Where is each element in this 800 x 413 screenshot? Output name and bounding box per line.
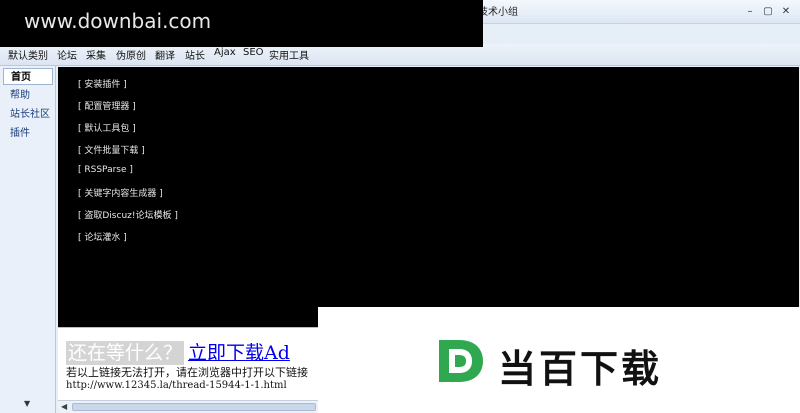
plugin-link-batch-download[interactable]: [ 文件批量下载 ] bbox=[78, 143, 145, 156]
menu-bar: 默认类别 论坛 采集 伪原创 翻译 站长 Ajax SEO 实用工具 bbox=[0, 44, 800, 66]
scroll-down-icon[interactable]: ▼ bbox=[24, 399, 30, 408]
watermark-brand: 当百下载 bbox=[498, 347, 663, 391]
maximize-button[interactable]: ▢ bbox=[762, 6, 774, 18]
browser-pane: 还在等什么？ 立即下载Ad 若以上链接无法打开，请在浏览器中打开以下链接 http… bbox=[58, 327, 318, 413]
menu-item-default-category[interactable]: 默认类别 bbox=[8, 47, 48, 62]
promo-line: 还在等什么？ 立即下载Ad bbox=[66, 341, 290, 365]
close-button[interactable]: ✕ bbox=[780, 6, 792, 18]
plugin-panel: [ 安装插件 ] [ 配置管理器 ] [ 默认工具包 ] [ 文件批量下载 ] … bbox=[58, 67, 799, 327]
watermark-url: www.downbai.com bbox=[24, 9, 212, 33]
window-title: 技术小组 bbox=[478, 7, 518, 18]
scroll-thumb[interactable] bbox=[72, 403, 316, 411]
watermark-top: www.downbai.com bbox=[0, 0, 483, 47]
menu-item-pseudo-original[interactable]: 伪原创 bbox=[116, 47, 146, 62]
plugin-link-install[interactable]: [ 安装插件 ] bbox=[78, 77, 127, 90]
plugin-link-rssparse[interactable]: [ RSSParse ] bbox=[78, 165, 133, 175]
nav-item-home[interactable]: 首页 bbox=[3, 68, 53, 85]
plugin-link-default-toolkit[interactable]: [ 默认工具包 ] bbox=[78, 121, 136, 134]
app-window: 技术小组 – ▢ ✕ 默认类别 论坛 采集 伪原创 翻译 站长 Ajax SEO… bbox=[0, 0, 800, 413]
download-link[interactable]: 立即下载Ad bbox=[188, 341, 290, 365]
scroll-left-icon[interactable]: ◀ bbox=[61, 402, 67, 411]
nav-item-plugins[interactable]: 插件 bbox=[3, 125, 53, 142]
thread-url[interactable]: http://www.12345.la/thread-15944-1-1.htm… bbox=[66, 380, 287, 391]
menu-item-seo[interactable]: SEO bbox=[243, 47, 264, 58]
menu-item-forum[interactable]: 论坛 bbox=[57, 47, 77, 62]
link-hint-text: 若以上链接无法打开，请在浏览器中打开以下链接 bbox=[66, 366, 308, 379]
nav-item-help[interactable]: 帮助 bbox=[3, 87, 53, 104]
menu-item-utilities[interactable]: 实用工具 bbox=[269, 47, 309, 62]
promo-text: 还在等什么？ bbox=[66, 341, 185, 365]
menu-item-collect[interactable]: 采集 bbox=[86, 47, 106, 62]
nav-item-webmaster-community[interactable]: 站长社区 bbox=[3, 106, 53, 123]
watermark-bottom: 当百下载 bbox=[318, 307, 800, 413]
horizontal-scrollbar[interactable]: ◀ bbox=[58, 400, 318, 413]
menu-item-webmaster[interactable]: 站长 bbox=[185, 47, 205, 62]
plugin-link-keyword-generator[interactable]: [ 关键字内容生成器 ] bbox=[78, 186, 163, 199]
plugin-link-forum-flood[interactable]: [ 论坛灌水 ] bbox=[78, 230, 127, 243]
minimize-button[interactable]: – bbox=[744, 6, 756, 18]
menu-item-ajax[interactable]: Ajax bbox=[214, 47, 236, 58]
d-logo-icon bbox=[439, 340, 483, 382]
left-nav: 首页 帮助 站长社区 插件 ▼ bbox=[0, 66, 56, 413]
plugin-link-config-manager[interactable]: [ 配置管理器 ] bbox=[78, 99, 136, 112]
menu-item-translate[interactable]: 翻译 bbox=[155, 47, 175, 62]
plugin-link-discuz-template[interactable]: [ 盗取Discuz!论坛模板 ] bbox=[78, 208, 178, 221]
